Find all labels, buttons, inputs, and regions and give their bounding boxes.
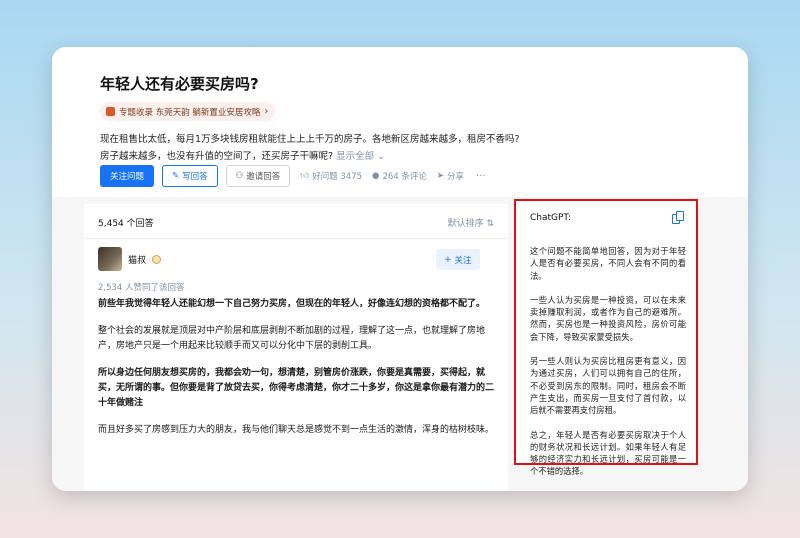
answer-paragraph: 所以身边任何朋友想买房的，我都会劝一句，想清楚，别管房价涨跌，你要是真需要，买得…: [98, 368, 495, 408]
chatgpt-paragraph: 总之，年轻人是否有必要买房取决于个人的财务状况和长远计划。如果年轻人有足够的经济…: [530, 429, 686, 477]
thumbs-up-icon: 👍︎: [300, 171, 310, 181]
question-header: 年轻人还有必要买房吗? 专题收录 东莞天韵 躺新置业安居攻略 › 现在租售比太低…: [52, 47, 748, 197]
share-button[interactable]: ➤ 分享: [437, 170, 464, 182]
answer-body: 前些年我觉得年轻人还能幻想一下自己努力买房，但现在的年轻人，好像连幻想的资格都不…: [98, 297, 494, 450]
description-text: 现在租售比太低，每月1万多块钱房租就能住上上上千万的房子。各地新区房越来越多，租…: [100, 134, 520, 162]
chevron-right-icon: ›: [264, 106, 269, 117]
write-answer-button[interactable]: ✎ 写回答: [162, 165, 218, 187]
topic-tag-label: 专题收录 东莞天韵 躺新置业安居攻略: [119, 107, 261, 118]
chatgpt-paragraph: 一些人认为买房是一种投资，可以在未来卖掉赚取利润，或者作为自己的避难所。然而，买…: [530, 294, 686, 342]
divider: [84, 238, 508, 239]
verified-badge-icon: [152, 254, 162, 264]
chatgpt-paragraph: 另一些人则认为买房比租房更有意义，因为通过买房，人们可以拥有自己的住所，不必受到…: [530, 356, 686, 416]
follow-author-button[interactable]: + 关注: [436, 249, 480, 270]
question-title: 年轻人还有必要买房吗?: [100, 75, 259, 93]
chatgpt-paragraph: 这个问题不能简单地回答，因为对于年轻人是否有必要买房，不同人会有不同的看法。: [530, 246, 686, 281]
answers-header: 5,454 个回答 默认排序 ⇅: [98, 216, 494, 229]
sort-dropdown[interactable]: 默认排序 ⇅: [448, 216, 494, 229]
chatgpt-header: ChatGPT:: [530, 211, 684, 224]
browser-window: 年轻人还有必要买房吗? 专题收录 东莞天韵 躺新置业安居攻略 › 现在租售比太低…: [52, 47, 748, 491]
chatgpt-answer: 这个问题不能简单地回答，因为对于年轻人是否有必要买房，不同人会有不同的看法。 一…: [530, 245, 686, 490]
chatgpt-title: ChatGPT:: [530, 212, 571, 223]
avatar[interactable]: [98, 247, 122, 271]
plus-icon: +: [444, 254, 452, 265]
answer-paragraph: 而且好多买了房感到压力大的朋友，我与他们聊天总是感觉不到一点生活的激情，浑身的枯…: [98, 425, 495, 435]
invite-answer-button[interactable]: ⚇ 邀请回答: [225, 165, 291, 187]
answer-paragraph: 整个社会的发展就是顶层对中产阶层和底层剥削不断加剧的过程，理解了这一点，也就理解…: [98, 326, 486, 351]
more-options-button[interactable]: ···: [476, 171, 486, 182]
pen-icon: ✎: [172, 171, 180, 181]
answers-panel: 5,454 个回答 默认排序 ⇅ 猫叔 + 关注 2,534 人赞同了该回答 前…: [84, 204, 508, 491]
topic-icon: [106, 107, 115, 116]
good-question-button[interactable]: 👍︎ 好问题 3475: [300, 170, 362, 182]
comment-icon: ●: [372, 171, 380, 181]
answer-paragraph: 前些年我觉得年轻人还能幻想一下自己努力买房，但现在的年轻人，好像连幻想的资格都不…: [98, 299, 486, 309]
question-actions: 关注问题 ✎ 写回答 ⚇ 邀请回答 👍︎ 好问题 3475 ● 264 条评论 …: [100, 165, 486, 187]
follow-question-button[interactable]: 关注问题: [100, 165, 155, 187]
comments-button[interactable]: ● 264 条评论: [372, 170, 427, 182]
show-all-link[interactable]: 显示全部 ⌄: [336, 151, 385, 162]
question-description: 现在租售比太低，每月1万多块钱房租就能住上上上千万的房子。各地新区房越来越多，租…: [100, 131, 520, 165]
answer-author: 猫叔: [98, 247, 162, 271]
answer-count: 5,454 个回答: [98, 219, 154, 229]
agree-count: 2,534 人赞同了该回答: [98, 283, 185, 293]
invite-user-icon: ⚇: [235, 171, 244, 181]
share-icon: ➤: [436, 171, 445, 181]
author-name[interactable]: 猫叔: [128, 253, 146, 266]
topic-tag[interactable]: 专题收录 东莞天韵 躺新置业安居攻略 ›: [100, 102, 276, 121]
copy-icon[interactable]: [672, 211, 684, 224]
chatgpt-panel: ChatGPT: 这个问题不能简单地回答，因为对于年轻人是否有必要买房，不同人会…: [514, 199, 698, 476]
